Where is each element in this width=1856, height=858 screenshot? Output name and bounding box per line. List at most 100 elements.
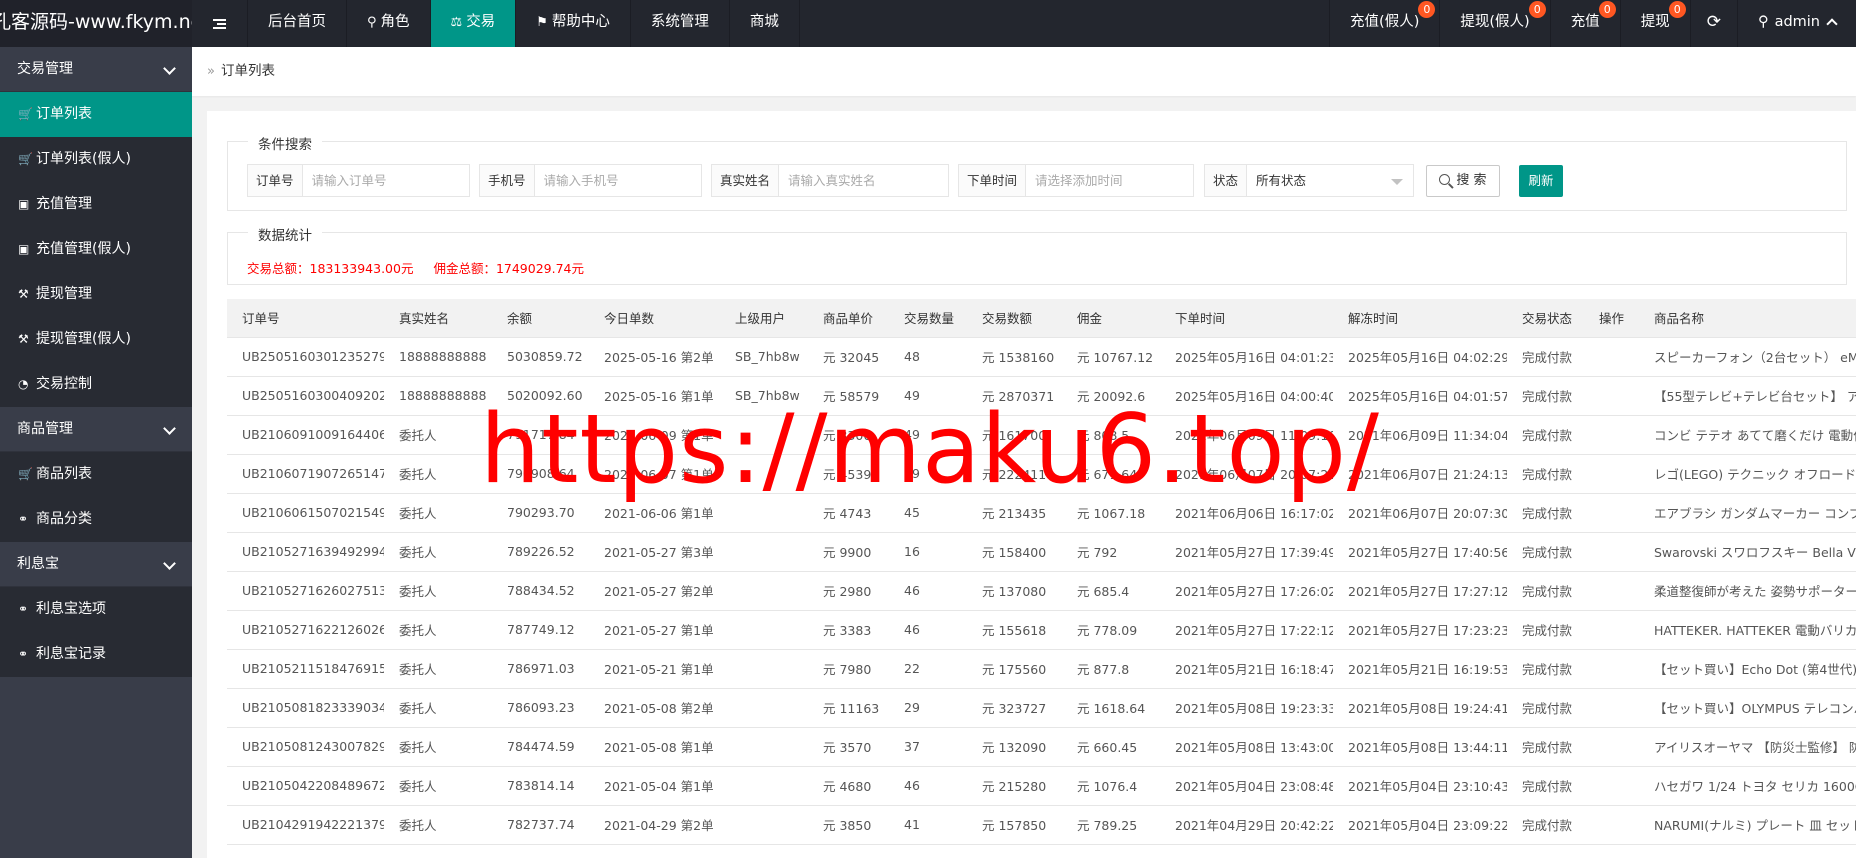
cell-order-no: UB2105271639492994 (227, 532, 384, 572)
cell-action (1584, 337, 1639, 377)
table-row[interactable]: UB2105271622126026 委托人 787749.12 2021-05-27… (227, 610, 1856, 650)
sidebar-item-order-list[interactable]: 🛒 订单列表 (0, 92, 192, 137)
cell-action (1584, 376, 1639, 416)
status-select[interactable]: 所有状态 (1247, 165, 1413, 196)
sidebar-item-label: 订单列表 (36, 106, 92, 122)
search-button-label: 搜 索 (1456, 173, 1487, 188)
sidebar: 交易管理 🛒 订单列表 🛒 订单列表(假人) ▣ 充值管理 ▣ 充值管理(假人) ⚒ 提现… (0, 47, 192, 858)
table-row[interactable]: UB2104291942221379 委托人 782737.74 2021-04-29… (227, 805, 1856, 845)
cell-status: 完成付款 (1507, 805, 1584, 845)
user-menu[interactable]: ⚲ admin (1736, 0, 1856, 47)
withdraw-link[interactable]: 提现 0 (1619, 0, 1690, 47)
sidebar-group-goods[interactable]: 商品管理 (0, 407, 192, 452)
sidebar-group-interest[interactable]: 利息宝 (0, 542, 192, 587)
sidebar-toggle-button[interactable] (192, 0, 248, 47)
nav-item-system[interactable]: 系统管理 (631, 0, 730, 47)
cell-quantity: 46 (889, 766, 967, 806)
menu-fold-icon (213, 18, 226, 29)
nav-item-trade[interactable]: ⚖ 交易 (430, 0, 517, 47)
group-label: 商品管理 (17, 421, 73, 437)
link-label: 提现(假人) (1460, 14, 1530, 30)
cell-commission: 元 778.09 (1062, 610, 1160, 650)
column-header-status: 交易状态 (1507, 299, 1584, 338)
cell-unit-price: 元 4680 (808, 766, 889, 806)
nav-item-mall[interactable]: 商城 (730, 0, 800, 47)
cell-unfreeze-time: 2021年05月08日 13:44:11 (1333, 727, 1507, 767)
nav-item-role[interactable]: ⚲ 角色 (347, 0, 431, 47)
table-header-row: 订单号 真实姓名 余额 今日单数 上级用户 商品单价 交易数量 交易数额 佣金 下单时间 解冻时间交… (227, 299, 1856, 338)
chat-icon: ▣ (18, 197, 30, 211)
cell-order-time: 2021年05月27日 17:26:02 (1160, 571, 1333, 611)
column-header-amount: 交易数额 (967, 299, 1062, 338)
cell-order-time: 2021年05月08日 13:43:00 (1160, 727, 1333, 767)
cell-order-time: 2025年05月16日 04:01:23 (1160, 337, 1333, 377)
cell-balance: 782737.74 (492, 805, 589, 845)
real-name-filter: 真实姓名 请输入真实姓名 (711, 164, 949, 197)
recharge-fake-link[interactable]: 充值(假人) 0 (1329, 0, 1439, 47)
recharge-link[interactable]: 充值 0 (1549, 0, 1620, 47)
cell-amount: 元 1538160 (967, 337, 1062, 377)
cell-real-name: 委托人 (384, 610, 492, 650)
cell-action (1584, 766, 1639, 806)
phone-label: 手机号 (480, 165, 535, 196)
sidebar-item-trade-control[interactable]: ◔ 交易控制 (0, 362, 192, 407)
cell-real-name: 委托人 (384, 766, 492, 806)
cell-today-count: 2021-04-29 第2单 (589, 805, 720, 845)
cell-amount: 元 137080 (967, 571, 1062, 611)
real-name-input[interactable]: 请输入真实姓名 (779, 165, 885, 196)
cell-real-name: 委托人 (384, 727, 492, 767)
cell-today-count: 2021-05-08 第1单 (589, 727, 720, 767)
cell-unit-price: 元 3850 (808, 805, 889, 845)
sidebar-item-goods-category[interactable]: ⚭ 商品分类 (0, 497, 192, 542)
cell-order-no: UB2105081823339034 (227, 688, 384, 728)
sidebar-item-recharge-fake[interactable]: ▣ 充值管理(假人) (0, 227, 192, 272)
flag-icon: ⚑ (536, 15, 548, 30)
order-no-input[interactable]: 请输入订单号 (302, 165, 396, 196)
cell-order-no: UB2105211518476915 (227, 649, 384, 689)
table-row[interactable]: UB2105042208489672 委托人 783814.14 2021-05-04… (227, 766, 1856, 806)
cell-real-name: 委托人 (384, 805, 492, 845)
cell-amount: 元 155618 (967, 610, 1062, 650)
sidebar-item-goods-list[interactable]: 🛒 商品列表 (0, 452, 192, 497)
sidebar-item-interest-options[interactable]: ⚭ 利息宝选项 (0, 587, 192, 632)
sidebar-item-withdraw[interactable]: ⚒ 提现管理 (0, 272, 192, 317)
sidebar-item-interest-records[interactable]: ⚭ 利息宝记录 (0, 632, 192, 677)
cell-commission: 元 789.25 (1062, 805, 1160, 845)
cell-real-name: 委托人 (384, 649, 492, 689)
sidebar-group-trade[interactable]: 交易管理 (0, 47, 192, 92)
refresh-list-button[interactable]: 刷新 (1519, 165, 1563, 197)
link-label: 提现 (1640, 14, 1670, 30)
cell-today-count: 2021-05-08 第2单 (589, 688, 720, 728)
username: admin (1774, 14, 1820, 30)
table-row[interactable]: UB2505160301235279 18888888888 5030859.72 2… (227, 337, 1856, 377)
cell-amount: 元 323727 (967, 688, 1062, 728)
chevron-down-icon (163, 557, 176, 570)
sidebar-item-label: 商品列表 (36, 466, 92, 482)
table-row[interactable]: UB2105271639492994 委托人 789226.52 2021-05-27… (227, 532, 1856, 572)
link-label: 充值 (1570, 14, 1600, 30)
cell-order-no: UB2505160301235279 (227, 337, 384, 377)
order-time-input[interactable]: 请选择添加时间 (1026, 165, 1132, 196)
total-commission-amount: 佣金总额：1749029.74元 (433, 261, 585, 276)
sidebar-item-withdraw-fake[interactable]: ⚒ 提现管理(假人) (0, 317, 192, 362)
cell-balance: 786093.23 (492, 688, 589, 728)
breadcrumb-current: 订单列表 (220, 63, 275, 79)
table-row[interactable]: UB2105081243007829 委托人 784474.59 2021-05-08… (227, 727, 1856, 767)
withdraw-fake-link[interactable]: 提现(假人) 0 (1439, 0, 1549, 47)
nav-item-help[interactable]: ⚑ 帮助中心 (516, 0, 631, 47)
cell-product-name: レゴ(LEGO) テクニック オフロードバ (1639, 454, 1856, 494)
column-header-balance: 余额 (492, 299, 589, 338)
sidebar-item-recharge[interactable]: ▣ 充值管理 (0, 182, 192, 227)
column-header-unfreeze-time: 解冻时间 (1333, 299, 1507, 338)
search-button[interactable]: 搜 索 (1426, 165, 1500, 197)
refresh-button[interactable]: ⟳ (1689, 0, 1737, 47)
column-header-real-name: 真实姓名 (384, 299, 492, 338)
nav-item-home[interactable]: 后台首页 (248, 0, 347, 47)
table-row[interactable]: UB2105211518476915 委托人 786971.03 2021-05-21… (227, 649, 1856, 689)
table-row[interactable]: UB2105081823339034 委托人 786093.23 2021-05-08… (227, 688, 1856, 728)
phone-input[interactable]: 请输入手机号 (534, 165, 628, 196)
stats-legend: 数据统计 (248, 224, 322, 244)
table-row[interactable]: UB2105271626027513 委托人 788434.52 2021-05-27… (227, 571, 1856, 611)
site-logo[interactable]: 孔客源码-www.fkym.net (0, 0, 192, 47)
sidebar-item-order-list-fake[interactable]: 🛒 订单列表(假人) (0, 137, 192, 182)
